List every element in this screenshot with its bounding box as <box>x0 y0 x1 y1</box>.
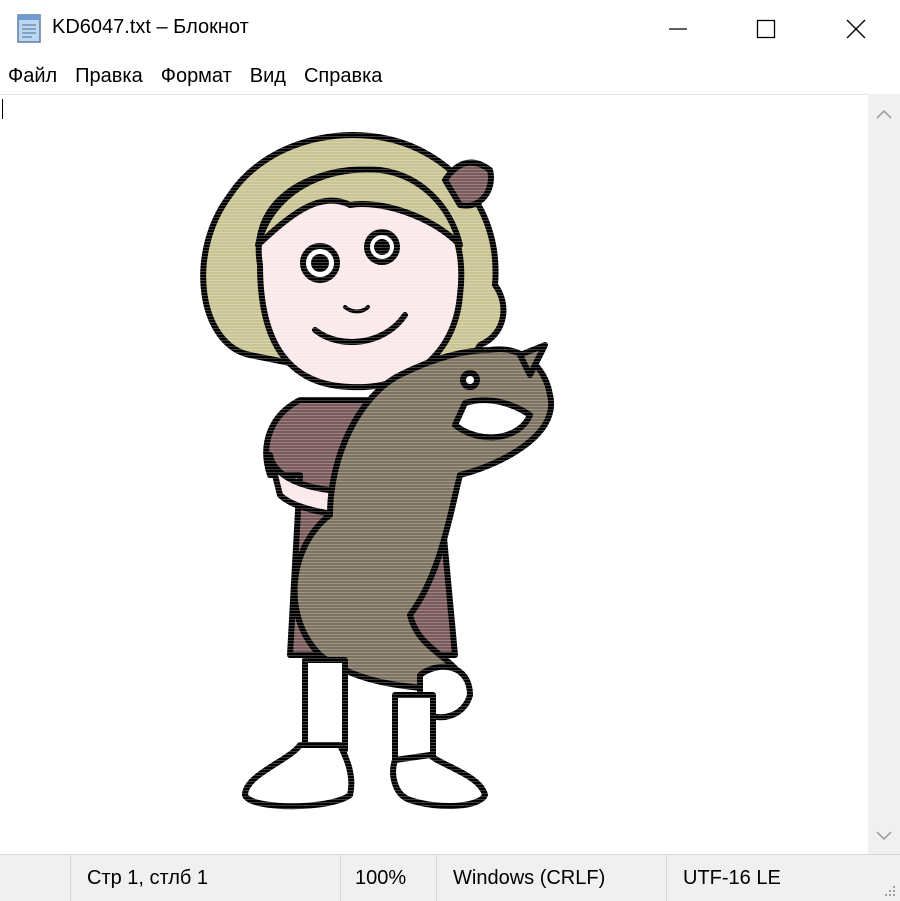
menu-help[interactable]: Справка <box>304 65 390 88</box>
maximize-button[interactable] <box>720 0 812 58</box>
menu-format[interactable]: Формат <box>161 65 240 88</box>
vertical-scrollbar[interactable] <box>868 94 900 854</box>
text-editor-area[interactable] <box>0 94 868 855</box>
chevron-down-icon <box>876 831 892 841</box>
menu-edit[interactable]: Правка <box>75 65 151 88</box>
title-bar: KD6047.txt – Блокнот <box>0 0 900 58</box>
encoding: UTF-16 LE <box>666 855 900 901</box>
minimize-button[interactable] <box>632 0 724 58</box>
maximize-icon <box>756 19 776 39</box>
menu-view[interactable]: Вид <box>250 65 294 88</box>
notepad-icon <box>17 14 41 43</box>
cursor-position: Стр 1, стлб 1 <box>70 855 340 901</box>
menu-file[interactable]: Файл <box>8 65 65 88</box>
chevron-up-icon <box>876 109 892 119</box>
zoom-level: 100% <box>340 855 436 901</box>
minimize-icon <box>669 28 687 30</box>
girl-holding-cat-illustration <box>190 120 560 820</box>
close-button[interactable] <box>810 0 900 58</box>
window-title: KD6047.txt – Блокнот <box>52 16 249 38</box>
status-bar: Стр 1, стлб 1 100% Windows (CRLF) UTF-16… <box>0 854 900 901</box>
scroll-up-button[interactable] <box>868 98 900 130</box>
line-endings: Windows (CRLF) <box>436 855 666 901</box>
scroll-down-button[interactable] <box>868 820 900 852</box>
menu-bar: Файл Правка Формат Вид Справка <box>0 58 900 94</box>
close-icon <box>846 19 866 39</box>
resize-grip-icon[interactable] <box>882 883 896 897</box>
